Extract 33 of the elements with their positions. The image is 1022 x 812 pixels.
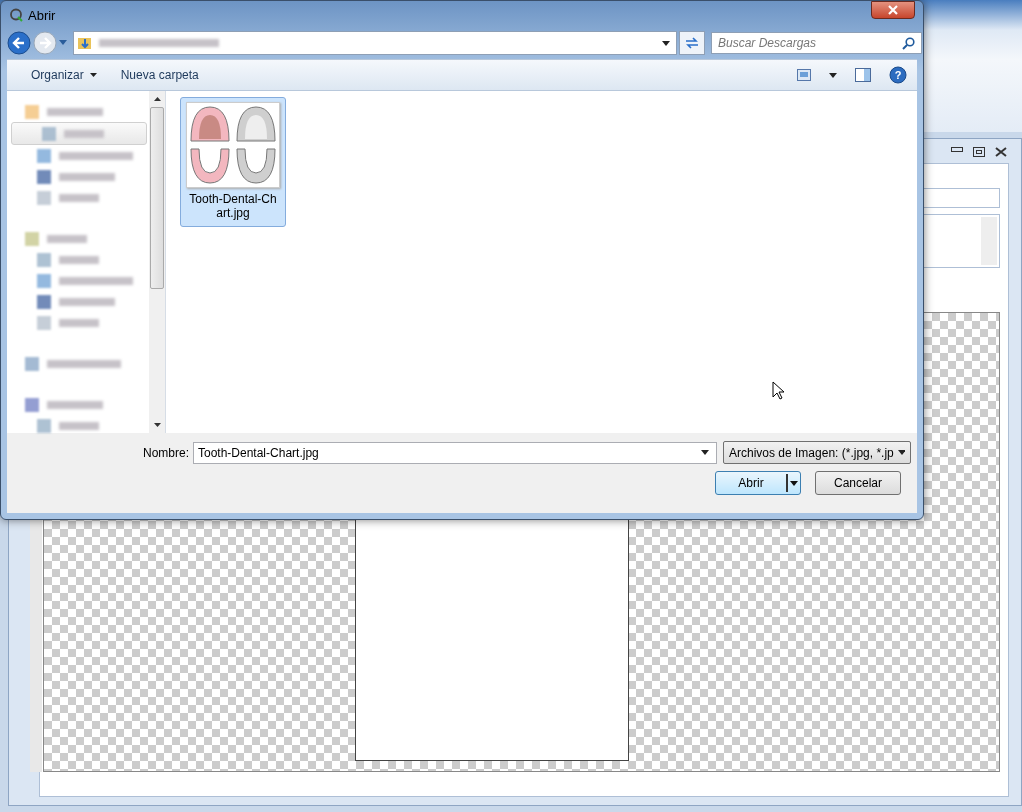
caret-icon[interactable] [829,72,837,78]
file-name-field[interactable]: Tooth-Dental-Chart.jpg [193,441,717,464]
file-item[interactable]: Tooth-Dental-Chart.jpg [180,97,286,227]
organize-menu[interactable]: Organizar [21,64,107,86]
file-name: Tooth-Dental-Chart.jpg [188,192,278,220]
downloads-folder-icon [77,35,93,51]
scroll-up-icon[interactable] [153,97,161,101]
file-name-label: Nombre: [142,445,190,460]
cancel-button[interactable]: Cancelar [815,471,901,495]
refresh-button[interactable] [679,31,705,55]
new-folder-button[interactable]: Nueva carpeta [110,64,209,86]
restore-icon[interactable] [973,147,985,157]
preview-pane-icon[interactable] [855,68,871,82]
scrollbar[interactable] [149,91,165,433]
sidebar-item[interactable] [11,122,147,145]
dropdown-arrow-icon[interactable] [662,40,670,46]
mouse-cursor-icon [772,381,784,400]
search-field[interactable]: Buscar Descargas [711,32,922,54]
scroll-down-icon[interactable] [153,423,161,427]
open-split-button[interactable]: Abrir [715,471,801,495]
dropdown-arrow-icon [790,480,798,486]
refresh-icon [684,36,700,50]
file-type-dropdown[interactable]: Archivos de Imagen: (*.jpg, *.jp [723,441,911,464]
window-title: Abrir [28,7,57,23]
caret-icon [89,73,97,77]
view-options-icon[interactable] [797,69,811,81]
back-button[interactable] [7,31,31,55]
dropdown-arrow-icon [897,450,905,455]
close-icon[interactable] [995,147,1007,157]
close-icon [887,5,899,15]
help-icon[interactable]: ? [889,66,907,84]
app-logo-icon [9,8,23,22]
close-button[interactable] [871,1,915,19]
